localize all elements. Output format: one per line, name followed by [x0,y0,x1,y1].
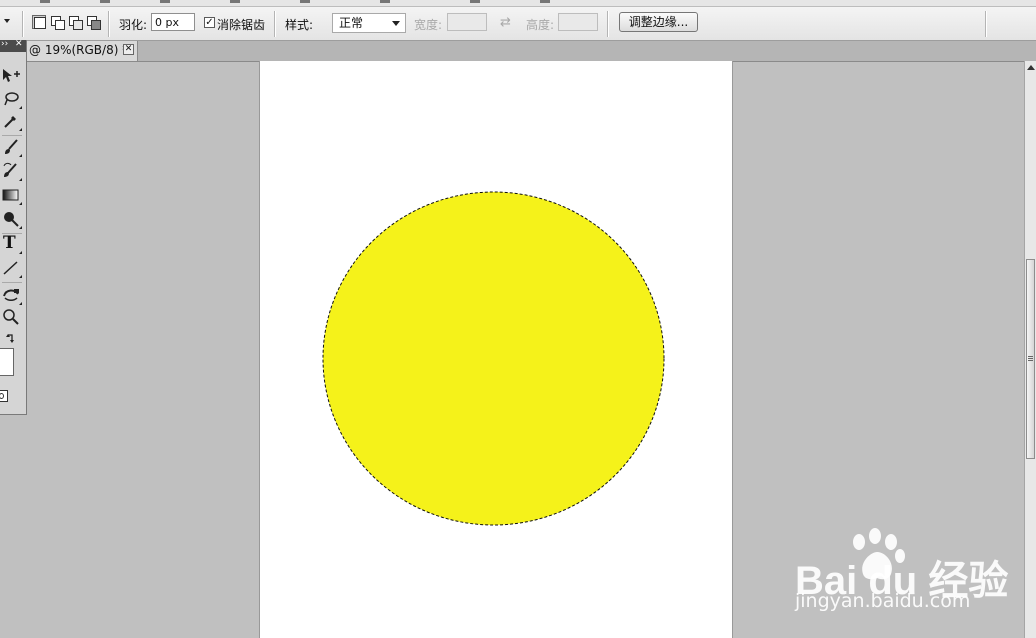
watermark-url: jingyan.baidu.com [795,590,971,612]
baidu-jingyan-watermark: Bai du 经验 jingyan.baidu.com [795,528,1008,618]
height-input[interactable] [558,13,598,31]
document-tab-strip: @ 19%(RGB/8) * ✕ [0,41,1036,62]
refine-edge-button[interactable]: 调整边缘... [619,12,698,32]
yellow-circle-selection[interactable] [322,191,665,526]
width-input[interactable] [447,13,487,31]
history-brush-tool-icon[interactable] [2,162,22,182]
separator [607,11,609,37]
eyedropper-tool-icon[interactable] [2,112,22,132]
separator [985,11,987,37]
zoom-tool-icon[interactable] [2,308,20,328]
grip-icon [1028,356,1033,357]
tools-panel: ›› ✕ T [0,39,27,415]
scrollbar-thumb[interactable] [1026,259,1035,459]
lasso-tool-icon[interactable] [2,90,22,110]
width-label: 宽度: [414,18,443,32]
intersect-selection-icon[interactable] [86,15,101,30]
separator [274,11,276,37]
menu-bar [0,0,1036,7]
vertical-scrollbar[interactable] [1024,61,1036,638]
menu-item[interactable] [540,0,550,3]
feather-input[interactable]: 0 px [151,13,195,31]
menu-item[interactable] [380,0,390,3]
type-tool-icon[interactable]: T [2,233,22,255]
chevron-down-icon [392,21,400,26]
separator [108,11,110,37]
menu-item[interactable] [100,0,110,3]
scroll-up-icon[interactable] [1027,65,1035,70]
3d-rotate-tool-icon[interactable] [2,286,22,306]
menu-item[interactable] [160,0,170,3]
type-tool-glyph: T [3,233,16,253]
document-tab[interactable]: @ 19%(RGB/8) * ✕ [26,41,138,61]
close-icon[interactable]: ✕ [123,44,134,55]
tools-panel-header[interactable]: ›› ✕ [0,39,26,52]
new-selection-icon[interactable] [32,15,46,29]
line-tool-icon[interactable] [2,259,22,279]
options-bar: 羽化: 0 px ✓ 消除锯齿 样式: 正常 宽度: ⇄ 高度: 调整边缘... [0,7,1036,41]
move-tool-icon[interactable] [2,66,20,86]
close-icon[interactable]: ✕ [15,39,23,49]
feather-label: 羽化: [119,18,148,32]
style-select[interactable]: 正常 [332,13,406,33]
subtract-from-selection-icon[interactable] [68,15,83,30]
menu-item[interactable] [300,0,310,3]
style-label: 样式: [285,18,314,32]
swap-icon[interactable]: ⇄ [500,15,511,30]
menu-item[interactable] [40,0,50,3]
menu-item[interactable] [470,0,480,3]
antialias-label: 消除锯齿 [217,18,266,32]
document-tab-title: @ 19%(RGB/8) * [29,43,129,57]
style-select-value: 正常 [339,16,364,30]
foreground-color-swatch[interactable] [0,348,14,376]
gradient-tool-icon[interactable] [2,186,22,206]
separator [22,11,24,37]
menu-item[interactable] [230,0,240,3]
antialias-checkbox[interactable]: ✓ [204,17,215,28]
yellow-circle [323,192,664,525]
add-to-selection-icon[interactable] [50,15,65,30]
collapse-icon[interactable]: ›› [1,39,8,49]
tool-preset-dropdown[interactable] [4,19,10,23]
height-label: 高度: [526,18,555,32]
dodge-tool-icon[interactable] [2,210,22,230]
brush-tool-icon[interactable] [2,138,22,158]
quick-mask-icon[interactable] [0,390,8,402]
